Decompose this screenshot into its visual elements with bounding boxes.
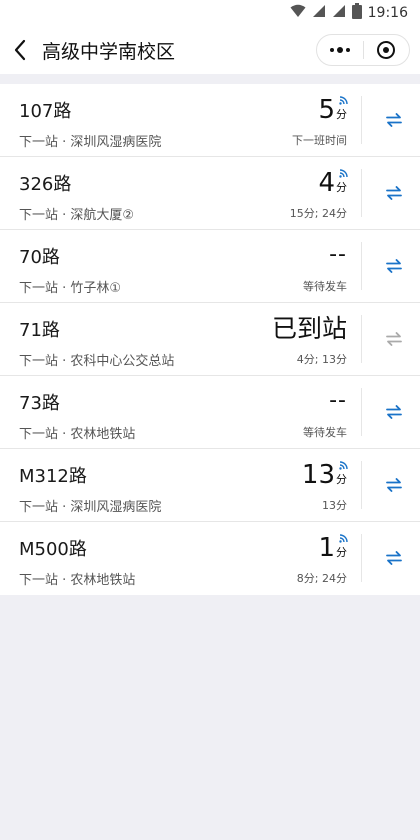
status-bar: 19:16 bbox=[0, 0, 420, 26]
swap-arrows-icon bbox=[386, 405, 402, 419]
eta-arrived: 已到站 bbox=[271, 314, 347, 343]
route-name: M500路 bbox=[19, 539, 87, 560]
eta-detail: 等待发车 bbox=[303, 426, 347, 439]
route-row[interactable]: M500路 下一站 · 农林地铁站 1分 8分; 24分 bbox=[0, 522, 420, 595]
route-name: M312路 bbox=[19, 466, 87, 487]
eta: -- bbox=[329, 240, 347, 270]
route-row[interactable]: 107路 下一站 · 深圳风湿病医院 5分 下一班时间 bbox=[0, 84, 420, 157]
route-name: 107路 bbox=[19, 101, 72, 122]
eta: -- bbox=[329, 386, 347, 416]
route-name: 70路 bbox=[19, 247, 60, 268]
eta: 已到站 bbox=[272, 313, 347, 345]
eta-detail: 等待发车 bbox=[303, 280, 347, 293]
eta: 1分 bbox=[318, 532, 347, 564]
target-close-icon bbox=[377, 41, 396, 59]
route-row[interactable]: 71路 下一站 · 农科中心公交总站 已到站 4分; 13分 bbox=[0, 303, 420, 376]
chevron-left-icon bbox=[14, 39, 26, 61]
next-stop: 下一站 · 竹子林① bbox=[19, 281, 122, 296]
eta-detail: 8分; 24分 bbox=[296, 572, 347, 585]
eta-waiting: -- bbox=[329, 388, 347, 413]
cell-signal-icon bbox=[312, 4, 326, 22]
row-divider bbox=[361, 169, 362, 217]
eta-unit: 分 bbox=[336, 108, 347, 121]
eta-unit: 分 bbox=[336, 473, 347, 486]
switch-direction-button[interactable] bbox=[382, 327, 406, 351]
eta-minutes: 5 bbox=[318, 95, 335, 125]
eta-detail: 15分; 24分 bbox=[289, 207, 347, 220]
close-button[interactable] bbox=[364, 35, 410, 65]
route-row[interactable]: 326路 下一站 · 深航大厦② 4分 15分; 24分 bbox=[0, 157, 420, 230]
row-divider bbox=[361, 461, 362, 509]
more-dots-icon bbox=[329, 47, 350, 53]
switch-direction-button[interactable] bbox=[382, 473, 406, 497]
swap-arrows-icon bbox=[386, 113, 402, 127]
switch-direction-button[interactable] bbox=[382, 546, 406, 570]
swap-arrows-icon bbox=[386, 551, 402, 565]
switch-direction-button[interactable] bbox=[382, 400, 406, 424]
swap-arrows-icon bbox=[386, 259, 402, 273]
switch-direction-button[interactable] bbox=[382, 181, 406, 205]
eta-detail: 4分; 13分 bbox=[296, 353, 347, 366]
more-button[interactable] bbox=[317, 35, 363, 65]
swap-arrows-icon bbox=[386, 186, 402, 200]
clock-time: 19:16 bbox=[367, 5, 408, 21]
route-name: 73路 bbox=[19, 393, 60, 414]
back-button[interactable] bbox=[0, 26, 40, 74]
next-stop: 下一站 · 深圳风湿病医院 bbox=[19, 135, 162, 150]
page-title: 高级中学南校区 bbox=[42, 40, 176, 63]
row-divider bbox=[361, 315, 362, 363]
swap-arrows-icon bbox=[386, 478, 402, 492]
eta-minutes: 1 bbox=[318, 533, 335, 563]
miniprogram-capsule bbox=[316, 34, 410, 66]
battery-icon bbox=[351, 3, 362, 23]
wifi-icon bbox=[290, 4, 306, 22]
route-name: 326路 bbox=[19, 174, 72, 195]
row-divider bbox=[361, 96, 362, 144]
row-divider bbox=[361, 388, 362, 436]
eta: 5分 bbox=[318, 94, 347, 126]
nav-header: 高级中学南校区 bbox=[0, 26, 420, 74]
eta-minutes: 13 bbox=[301, 460, 335, 490]
eta: 4分 bbox=[318, 167, 347, 199]
row-divider bbox=[361, 242, 362, 290]
switch-direction-button[interactable] bbox=[382, 254, 406, 278]
route-row[interactable]: 70路 下一站 · 竹子林① -- 等待发车 bbox=[0, 230, 420, 303]
next-stop: 下一站 · 农林地铁站 bbox=[19, 427, 136, 442]
route-name: 71路 bbox=[19, 320, 60, 341]
next-stop: 下一站 · 深航大厦② bbox=[19, 208, 135, 223]
next-stop: 下一站 · 农科中心公交总站 bbox=[19, 354, 175, 369]
route-row[interactable]: 73路 下一站 · 农林地铁站 -- 等待发车 bbox=[0, 376, 420, 449]
cell-signal-2-icon bbox=[332, 4, 346, 22]
next-stop: 下一站 · 深圳风湿病医院 bbox=[19, 500, 162, 515]
eta: 13 分 bbox=[302, 459, 347, 491]
eta-waiting: -- bbox=[329, 242, 347, 267]
route-list: 107路 下一站 · 深圳风湿病医院 5分 下一班时间 326路 下一站 · 深… bbox=[0, 84, 420, 595]
row-divider bbox=[361, 534, 362, 582]
swap-arrows-icon bbox=[386, 332, 402, 346]
eta-minutes: 4 bbox=[318, 168, 335, 198]
eta-unit: 分 bbox=[336, 546, 347, 559]
switch-direction-button[interactable] bbox=[382, 108, 406, 132]
route-row[interactable]: M312路 下一站 · 深圳风湿病医院 13 分 13分 bbox=[0, 449, 420, 522]
eta-detail: 下一班时间 bbox=[292, 134, 347, 147]
next-stop: 下一站 · 农林地铁站 bbox=[19, 573, 136, 588]
eta-unit: 分 bbox=[336, 181, 347, 194]
eta-detail: 13分 bbox=[322, 499, 347, 512]
